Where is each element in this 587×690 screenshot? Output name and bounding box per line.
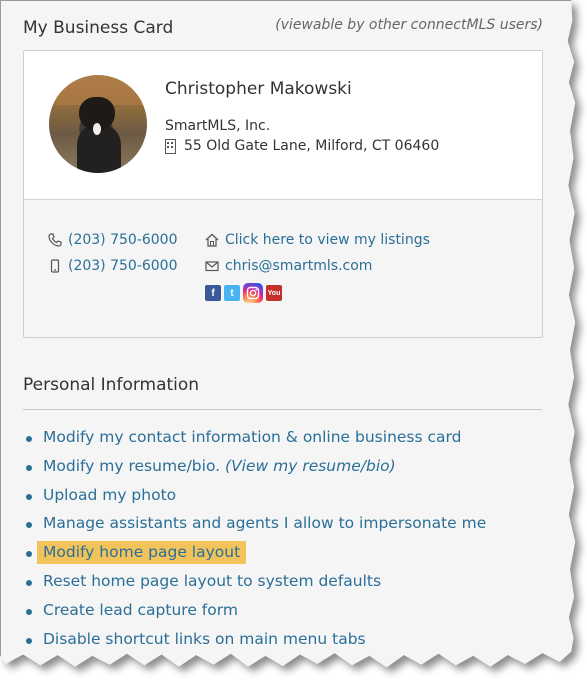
card-address-text: 55 Old Gate Lane, Milford, CT 06460 (184, 138, 440, 154)
email-link[interactable]: chris@smartmls.com (205, 258, 372, 274)
manage-assistants-link[interactable]: Manage assistants and agents I allow to … (43, 514, 486, 532)
facebook-icon[interactable]: f (205, 285, 221, 301)
mobile-phone-text: (203) 750-6000 (68, 258, 178, 274)
modify-contact-link[interactable]: Modify my contact information & online b… (43, 428, 461, 446)
office-phone[interactable]: (203) 750-6000 (48, 232, 178, 248)
office-phone-text: (203) 750-6000 (68, 232, 178, 248)
phone-icon (48, 233, 62, 247)
social-links: f t You (205, 283, 282, 303)
modify-home-page-layout-link[interactable]: Modify home page layout (37, 541, 247, 565)
avatar (49, 75, 147, 173)
modify-resume-link[interactable]: Modify my resume/bio. (43, 457, 220, 475)
list-item: Reset home page layout to system default… (23, 572, 486, 601)
list-item: Modify my contact information & online b… (23, 428, 486, 457)
building-icon (165, 138, 176, 154)
business-card-title: My Business Card (23, 18, 174, 38)
instagram-icon[interactable] (243, 283, 263, 303)
list-item: Create lead capture form (23, 601, 486, 630)
home-icon (205, 233, 219, 247)
card-address: 55 Old Gate Lane, Milford, CT 06460 (165, 138, 439, 154)
business-card-header: Christopher Makowski SmartMLS, Inc. 55 O… (24, 51, 542, 200)
mobile-phone[interactable]: (203) 750-6000 (48, 258, 178, 274)
list-item: Modify home page layout (23, 541, 486, 572)
email-text: chris@smartmls.com (225, 258, 373, 274)
card-name: Christopher Makowski (165, 79, 352, 99)
create-lead-capture-link[interactable]: Create lead capture form (43, 601, 238, 619)
list-item: Disable shortcut links on main menu tabs (23, 630, 486, 659)
youtube-icon[interactable]: You (266, 285, 282, 301)
envelope-icon (205, 259, 219, 273)
list-item: Modify my resume/bio. (View my resume/bi… (23, 457, 486, 486)
business-card: Christopher Makowski SmartMLS, Inc. 55 O… (23, 50, 543, 338)
listings-link[interactable]: Click here to view my listings (205, 232, 430, 248)
twitter-icon[interactable]: t (224, 285, 240, 301)
section-divider (23, 409, 542, 410)
list-item: Manage assistants and agents I allow to … (23, 514, 486, 543)
disable-shortcut-links-link[interactable]: Disable shortcut links on main menu tabs (43, 630, 366, 648)
listings-link-text: Click here to view my listings (225, 232, 430, 248)
reset-home-page-layout-link[interactable]: Reset home page layout to system default… (43, 572, 381, 590)
upload-photo-link[interactable]: Upload my photo (43, 486, 176, 504)
personal-info-list: Modify my contact information & online b… (23, 428, 486, 658)
business-card-note: (viewable by other connectMLS users) (275, 17, 543, 33)
personal-info-title: Personal Information (23, 375, 200, 395)
view-resume-link[interactable]: (View my resume/bio) (225, 457, 396, 475)
list-item: Upload my photo (23, 486, 486, 515)
card-company: SmartMLS, Inc. (165, 118, 271, 134)
mobile-icon (48, 259, 62, 273)
